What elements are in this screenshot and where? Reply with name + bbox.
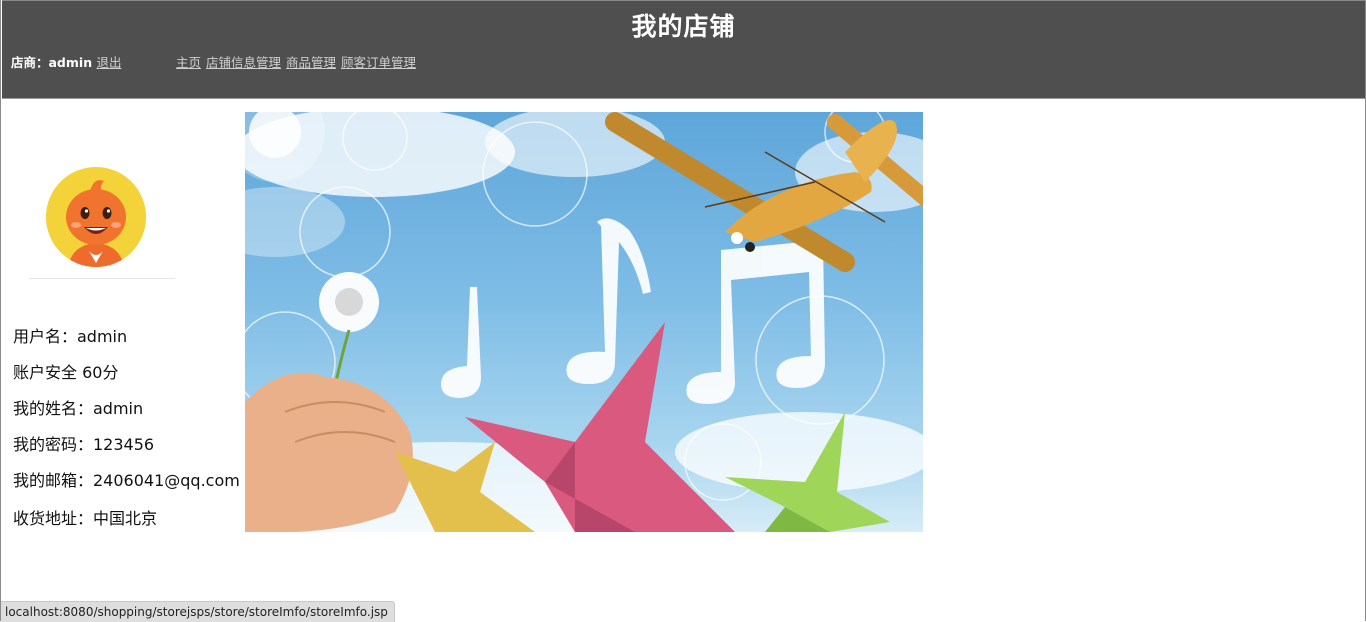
mascot-avatar-icon xyxy=(46,167,146,267)
nav-orders-link[interactable]: 顾客订单管理 xyxy=(341,55,416,70)
browser-status-bar: localhost:8080/shopping/storejsps/store/… xyxy=(1,601,395,622)
merchant-label: 店商：admin xyxy=(11,55,93,70)
account-security-text: 账户安全 60分 xyxy=(13,363,119,382)
avatar-divider xyxy=(29,278,175,279)
password-text: 我的密码：123456 xyxy=(13,435,155,454)
username-text: 用户名：admin xyxy=(13,327,128,346)
nav-store-info-link[interactable]: 店铺信息管理 xyxy=(206,55,281,70)
music-notes-paper-cranes-illustration xyxy=(245,112,923,532)
main-nav: 主页 店铺信息管理 商品管理 顾客订单管理 xyxy=(176,52,417,71)
site-header: 我的店铺 店商：admin 退出 主页 店铺信息管理 商品管理 顾客订单管理 xyxy=(2,0,1365,99)
merchant-info: 店商：admin 退出 xyxy=(11,52,121,71)
logout-link[interactable]: 退出 xyxy=(96,55,121,70)
nav-products-link[interactable]: 商品管理 xyxy=(286,55,336,70)
nav-home-link[interactable]: 主页 xyxy=(176,55,201,70)
name-text: 我的姓名：admin xyxy=(13,399,144,418)
avatar xyxy=(46,167,146,267)
address-text: 收货地址：中国北京 xyxy=(13,509,158,528)
email-text: 我的邮箱：2406041@qq.com xyxy=(13,471,240,490)
page-title: 我的店铺 xyxy=(631,12,736,41)
banner-image xyxy=(245,112,923,532)
